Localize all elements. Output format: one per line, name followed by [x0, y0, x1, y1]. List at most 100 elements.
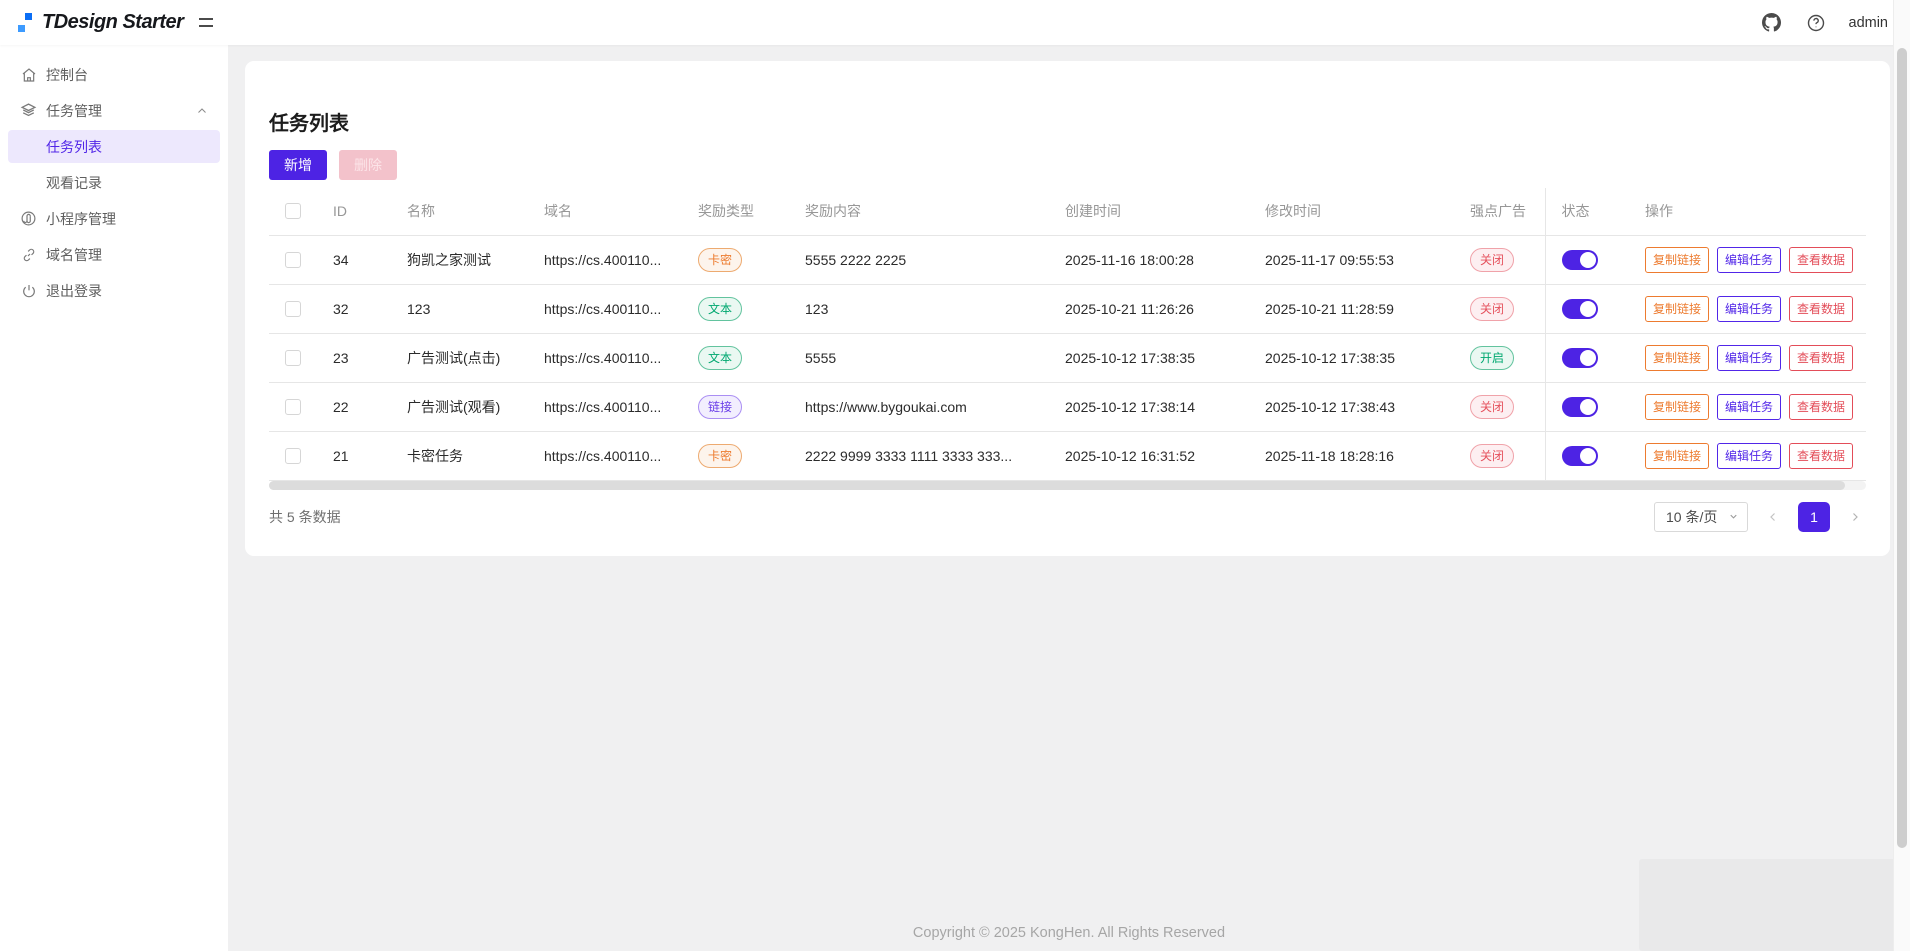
col-header-created: 创建时间 [1049, 188, 1249, 235]
sidebar-item-console[interactable]: 控制台 [8, 58, 220, 91]
status-toggle[interactable] [1562, 348, 1598, 368]
edit-task-button[interactable]: 编辑任务 [1717, 394, 1781, 420]
col-header-name: 名称 [391, 188, 528, 235]
link-icon [20, 246, 37, 263]
view-data-button[interactable]: 查看数据 [1789, 443, 1853, 469]
col-header-updated: 修改时间 [1249, 188, 1454, 235]
cell-domain: https://cs.400110... [528, 333, 682, 382]
cell-name: 广告测试(点击) [391, 333, 528, 382]
chevron-left-icon [1767, 511, 1779, 523]
force-ad-tag: 关闭 [1470, 248, 1514, 272]
row-checkbox[interactable] [285, 301, 301, 317]
page-size-value: 10 条/页 [1666, 507, 1717, 527]
home-icon [20, 66, 37, 83]
status-toggle[interactable] [1562, 446, 1598, 466]
total-count: 共 5 条数据 [269, 507, 341, 527]
cell-name: 卡密任务 [391, 431, 528, 480]
reward-type-tag: 链接 [698, 395, 742, 419]
cell-created: 2025-10-12 17:38:35 [1049, 333, 1249, 382]
copy-link-button[interactable]: 复制链接 [1645, 247, 1709, 273]
cell-reward-content: 123 [789, 284, 1049, 333]
cell-domain: https://cs.400110... [528, 382, 682, 431]
user-menu[interactable]: admin [1849, 15, 1889, 31]
cell-domain: https://cs.400110... [528, 284, 682, 333]
force-ad-tag: 开启 [1470, 346, 1514, 370]
table-row: 22 广告测试(观看) https://cs.400110... 链接 http… [269, 382, 1866, 431]
table-row: 23 广告测试(点击) https://cs.400110... 文本 5555… [269, 333, 1866, 382]
chevron-right-icon [1849, 511, 1861, 523]
sidebar-item-task-mgmt[interactable]: 任务管理 [8, 94, 220, 127]
table-footer: 共 5 条数据 10 条/页 1 [269, 490, 1866, 544]
layers-icon [20, 102, 37, 119]
col-header-id: ID [317, 188, 391, 235]
row-checkbox[interactable] [285, 252, 301, 268]
app-window: TDesign Starter admin 控制台 [0, 0, 1910, 951]
col-header-reward-type: 奖励类型 [682, 188, 789, 235]
sidebar-item-label: 退出登录 [46, 281, 208, 301]
sidebar-item-domain-mgmt[interactable]: 域名管理 [8, 238, 220, 271]
logo-title: TDesign Starter [42, 11, 183, 34]
status-toggle[interactable] [1562, 299, 1598, 319]
select-all-checkbox[interactable] [285, 203, 301, 219]
page-size-select[interactable]: 10 条/页 [1654, 502, 1748, 532]
view-data-button[interactable]: 查看数据 [1789, 394, 1853, 420]
row-checkbox[interactable] [285, 448, 301, 464]
page-title: 任务列表 [269, 111, 1866, 137]
copy-link-button[interactable]: 复制链接 [1645, 443, 1709, 469]
power-icon [20, 282, 37, 299]
cell-name: 广告测试(观看) [391, 382, 528, 431]
cell-id: 22 [317, 382, 391, 431]
task-table: ID 名称 域名 奖励类型 奖励内容 创建时间 修改时间 强点广告 状态 操作 [269, 188, 1866, 481]
prev-page-button[interactable] [1762, 502, 1784, 532]
cell-created: 2025-10-12 17:38:14 [1049, 382, 1249, 431]
cell-domain: https://cs.400110... [528, 235, 682, 284]
browser-scrollbar[interactable] [1893, 0, 1910, 951]
cell-created: 2025-10-21 11:26:26 [1049, 284, 1249, 333]
horizontal-scrollbar[interactable] [269, 481, 1866, 490]
status-toggle[interactable] [1562, 397, 1598, 417]
cell-reward-content: https://www.bygoukai.com [789, 382, 1049, 431]
scrollbar-thumb[interactable] [269, 481, 1845, 490]
copy-link-button[interactable]: 复制链接 [1645, 296, 1709, 322]
force-ad-tag: 关闭 [1470, 395, 1514, 419]
sidebar-item-watch-records[interactable]: 观看记录 [8, 166, 220, 199]
sidebar-item-miniprogram[interactable]: 小程序管理 [8, 202, 220, 235]
cell-id: 34 [317, 235, 391, 284]
help-icon[interactable] [1805, 12, 1827, 34]
current-page-button[interactable]: 1 [1798, 502, 1830, 532]
view-data-button[interactable]: 查看数据 [1789, 247, 1853, 273]
cell-name: 狗凯之家测试 [391, 235, 528, 284]
edit-task-button[interactable]: 编辑任务 [1717, 296, 1781, 322]
cell-updated: 2025-10-12 17:38:35 [1249, 333, 1454, 382]
copy-link-button[interactable]: 复制链接 [1645, 345, 1709, 371]
chevron-up-icon [196, 105, 208, 117]
copy-link-button[interactable]: 复制链接 [1645, 394, 1709, 420]
table-header-row: ID 名称 域名 奖励类型 奖励内容 创建时间 修改时间 强点广告 状态 操作 [269, 188, 1866, 235]
next-page-button[interactable] [1844, 502, 1866, 532]
row-checkbox[interactable] [285, 399, 301, 415]
cell-id: 23 [317, 333, 391, 382]
tdesign-logo-icon [18, 13, 32, 32]
reward-type-tag: 卡密 [698, 444, 742, 468]
add-button[interactable]: 新增 [269, 150, 327, 180]
sidebar-item-logout[interactable]: 退出登录 [8, 274, 220, 307]
edit-task-button[interactable]: 编辑任务 [1717, 443, 1781, 469]
sidebar-item-task-list[interactable]: 任务列表 [8, 130, 220, 163]
sidebar: 控制台 任务管理 任务列表 观看记录 小程序管理 [0, 45, 228, 951]
view-data-button[interactable]: 查看数据 [1789, 296, 1853, 322]
view-data-button[interactable]: 查看数据 [1789, 345, 1853, 371]
edit-task-button[interactable]: 编辑任务 [1717, 247, 1781, 273]
cell-reward-content: 5555 2222 2225 [789, 235, 1049, 284]
edit-task-button[interactable]: 编辑任务 [1717, 345, 1781, 371]
row-checkbox[interactable] [285, 350, 301, 366]
status-toggle[interactable] [1562, 250, 1598, 270]
menu-collapse-icon[interactable] [199, 13, 219, 33]
browser-scrollbar-thumb[interactable] [1897, 48, 1907, 848]
github-icon[interactable] [1761, 12, 1783, 34]
delete-button[interactable]: 删除 [339, 150, 397, 180]
reward-type-tag: 文本 [698, 346, 742, 370]
table-row: 21 卡密任务 https://cs.400110... 卡密 2222 999… [269, 431, 1866, 480]
col-header-force-ad: 强点广告 [1454, 188, 1545, 235]
cell-reward-content: 2222 9999 3333 1111 3333 333... [789, 431, 1049, 480]
table-row: 34 狗凯之家测试 https://cs.400110... 卡密 5555 2… [269, 235, 1866, 284]
